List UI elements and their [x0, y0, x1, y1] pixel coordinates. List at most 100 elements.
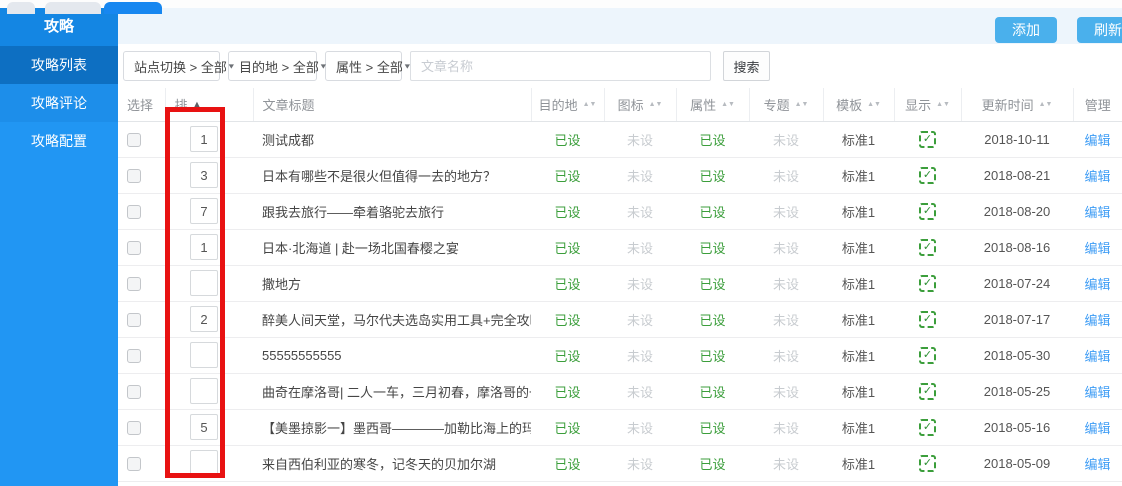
row-checkbox[interactable] — [127, 133, 141, 147]
chevron-down-icon: ▼ — [403, 62, 412, 70]
sort-order-input[interactable] — [190, 198, 218, 224]
template-name: 标准1 — [823, 229, 894, 265]
attribute-status: 已设 — [676, 337, 749, 373]
destination-status: 已设 — [531, 409, 604, 445]
article-name-input[interactable] — [410, 51, 711, 81]
topic-status: 未设 — [749, 157, 823, 193]
destination-status: 已设 — [531, 121, 604, 157]
sort-order-input[interactable] — [190, 450, 218, 476]
article-title: 【美墨掠影一】墨西哥————加勒比海上的玛雅... — [253, 409, 531, 445]
browser-tab-strip — [0, 0, 1122, 8]
template-name: 标准1 — [823, 121, 894, 157]
browser-tab-active[interactable] — [104, 2, 162, 14]
template-name: 标准1 — [823, 157, 894, 193]
destination-filter-dropdown[interactable]: 目的地 > 全部 ▼ — [228, 51, 317, 81]
attribute-status: 已设 — [676, 265, 749, 301]
display-check-icon[interactable]: ✓ — [919, 419, 936, 436]
sidebar-item-strategy-config[interactable]: 攻略配置 — [0, 122, 118, 160]
edit-link[interactable]: 编辑 — [1084, 313, 1110, 328]
row-checkbox[interactable] — [127, 349, 141, 363]
add-button[interactable]: 添加 — [995, 17, 1057, 43]
column-header-attribute[interactable]: 属性▲▼ — [676, 88, 749, 121]
sort-order-input[interactable] — [190, 234, 218, 260]
updated-date: 2018-08-21 — [961, 157, 1073, 193]
row-checkbox[interactable] — [127, 385, 141, 399]
display-check-icon[interactable]: ✓ — [919, 203, 936, 220]
edit-link[interactable]: 编辑 — [1084, 133, 1110, 148]
row-checkbox[interactable] — [127, 205, 141, 219]
display-check-icon[interactable]: ✓ — [919, 167, 936, 184]
sidebar-item-strategy-comments[interactable]: 攻略评论 — [0, 84, 118, 122]
column-header-manage: 管理 — [1073, 88, 1122, 121]
display-check-icon[interactable]: ✓ — [919, 275, 936, 292]
sidebar-item-strategy-list[interactable]: 攻略列表 — [0, 46, 118, 84]
attribute-filter-dropdown[interactable]: 属性 > 全部 ▼ — [325, 51, 402, 81]
template-name: 标准1 — [823, 193, 894, 229]
column-header-updated[interactable]: 更新时间▲▼ — [961, 88, 1073, 121]
display-check-icon[interactable]: ✓ — [919, 455, 936, 472]
article-title: 日本·北海道 | 赴一场北国春樱之宴 — [253, 229, 531, 265]
updated-date: 2018-05-16 — [961, 409, 1073, 445]
sort-order-input[interactable] — [190, 126, 218, 152]
sort-ascending-icon: ▲ — [193, 99, 202, 109]
edit-link[interactable]: 编辑 — [1084, 169, 1110, 184]
row-checkbox[interactable] — [127, 277, 141, 291]
filter-bar: 站点切换 > 全部 ▼ 目的地 > 全部 ▼ 属性 > 全部 ▼ 搜索 — [118, 44, 1122, 88]
topic-status: 未设 — [749, 193, 823, 229]
edit-link[interactable]: 编辑 — [1084, 241, 1110, 256]
column-header-destination[interactable]: 目的地▲▼ — [531, 88, 604, 121]
sort-order-input[interactable] — [190, 378, 218, 404]
updated-date: 2018-05-30 — [961, 337, 1073, 373]
edit-link[interactable]: 编辑 — [1084, 457, 1110, 472]
main-content: 添加 刷新 站点切换 > 全部 ▼ 目的地 > 全部 ▼ 属性 > 全部 ▼ 搜… — [118, 8, 1122, 486]
table-row: 日本有哪些不是很火但值得一去的地方？ 已设 未设 已设 未设 标准1 ✓ 201… — [118, 157, 1122, 193]
edit-link[interactable]: 编辑 — [1084, 421, 1110, 436]
icon-status: 未设 — [604, 229, 676, 265]
site-filter-dropdown[interactable]: 站点切换 > 全部 ▼ — [123, 51, 220, 81]
row-checkbox[interactable] — [127, 241, 141, 255]
edit-link[interactable]: 编辑 — [1084, 385, 1110, 400]
topic-status: 未设 — [749, 445, 823, 481]
sort-order-input[interactable] — [190, 270, 218, 296]
row-checkbox[interactable] — [127, 421, 141, 435]
row-checkbox[interactable] — [127, 313, 141, 327]
edit-link[interactable]: 编辑 — [1084, 205, 1110, 220]
updated-date: 2018-10-11 — [961, 121, 1073, 157]
column-header-topic[interactable]: 专题▲▼ — [749, 88, 823, 121]
table-row: 曲奇在摩洛哥| 二人一车，三月初春，摩洛哥的一千... 已设 未设 已设 未设 … — [118, 373, 1122, 409]
display-check-icon[interactable]: ✓ — [919, 383, 936, 400]
column-header-template[interactable]: 模板▲▼ — [823, 88, 894, 121]
icon-status: 未设 — [604, 157, 676, 193]
sort-order-input[interactable] — [190, 306, 218, 332]
destination-status: 已设 — [531, 301, 604, 337]
column-header-sort-order[interactable]: 排▲ — [165, 88, 253, 121]
attribute-status: 已设 — [676, 193, 749, 229]
column-header-display[interactable]: 显示▲▼ — [894, 88, 961, 121]
table-row: 测试成都 已设 未设 已设 未设 标准1 ✓ 2018-10-11 编辑 — [118, 121, 1122, 157]
row-checkbox[interactable] — [127, 169, 141, 183]
topic-status: 未设 — [749, 409, 823, 445]
row-checkbox[interactable] — [127, 457, 141, 471]
destination-status: 已设 — [531, 157, 604, 193]
refresh-button[interactable]: 刷新 — [1077, 17, 1122, 43]
display-check-icon[interactable]: ✓ — [919, 239, 936, 256]
search-button[interactable]: 搜索 — [723, 51, 770, 81]
toolbar: 添加 刷新 — [118, 8, 1122, 44]
column-header-icon[interactable]: 图标▲▼ — [604, 88, 676, 121]
article-title: 醉美人间天堂，马尔代夫选岛实用工具+完全攻略~ — [253, 301, 531, 337]
sort-order-input[interactable] — [190, 162, 218, 188]
table-row: 撒地方 已设 未设 已设 未设 标准1 ✓ 2018-07-24 编辑 — [118, 265, 1122, 301]
sort-order-input[interactable] — [190, 414, 218, 440]
destination-status: 已设 — [531, 337, 604, 373]
display-check-icon[interactable]: ✓ — [919, 347, 936, 364]
sort-icon: ▲▼ — [867, 102, 881, 107]
sort-order-input[interactable] — [190, 342, 218, 368]
attribute-status: 已设 — [676, 373, 749, 409]
attribute-status: 已设 — [676, 121, 749, 157]
display-check-icon[interactable]: ✓ — [919, 131, 936, 148]
display-check-icon[interactable]: ✓ — [919, 311, 936, 328]
edit-link[interactable]: 编辑 — [1084, 277, 1110, 292]
edit-link[interactable]: 编辑 — [1084, 349, 1110, 364]
browser-tab[interactable] — [7, 2, 35, 14]
browser-tab[interactable] — [45, 2, 101, 14]
